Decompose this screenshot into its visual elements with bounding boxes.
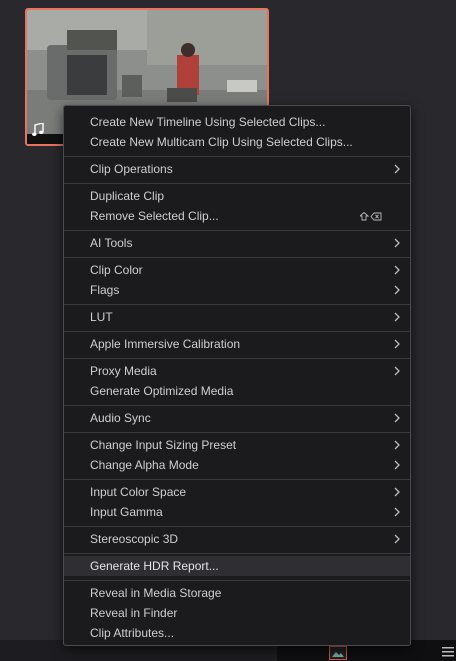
- chevron-right-icon: [394, 487, 400, 497]
- menu-item-apple-immersive-calibration[interactable]: Apple Immersive Calibration: [64, 334, 410, 354]
- menu-separator: [64, 553, 410, 554]
- chevron-right-icon: [394, 460, 400, 470]
- menu-item-label: Remove Selected Clip...: [90, 209, 219, 223]
- chevron-right-icon: [394, 507, 400, 517]
- image-thumbnail-icon[interactable]: [329, 646, 347, 660]
- menu-item-reveal-in-media-storage[interactable]: Reveal in Media Storage: [64, 583, 410, 603]
- menu-item-label: Apple Immersive Calibration: [90, 337, 241, 351]
- menu-item-label: Input Gamma: [90, 505, 163, 519]
- menu-item-label: Flags: [90, 283, 120, 297]
- menu-separator: [64, 526, 410, 527]
- menu-item-clip-attributes[interactable]: Clip Attributes...: [64, 623, 410, 643]
- list-view-icon[interactable]: [442, 647, 454, 657]
- music-note-icon: [32, 123, 44, 136]
- menu-item-label: Create New Multicam Clip Using Selected …: [90, 135, 353, 149]
- menu-item-change-alpha-mode[interactable]: Change Alpha Mode: [64, 455, 410, 475]
- menu-item-label: Change Alpha Mode: [90, 458, 199, 472]
- menu-item-label: Audio Sync: [90, 411, 151, 425]
- menu-item-proxy-media[interactable]: Proxy Media: [64, 361, 410, 381]
- menu-item-input-gamma[interactable]: Input Gamma: [64, 502, 410, 522]
- menu-item-label: Generate Optimized Media: [90, 384, 234, 398]
- menu-separator: [64, 331, 410, 332]
- menu-item-generate-optimized-media[interactable]: Generate Optimized Media: [64, 381, 410, 401]
- menu-item-label: Clip Color: [90, 263, 143, 277]
- menu-item-label: Clip Operations: [90, 162, 173, 176]
- menu-separator: [64, 432, 410, 433]
- menu-item-clip-color[interactable]: Clip Color: [64, 260, 410, 280]
- menu-item-label: AI Tools: [90, 236, 133, 250]
- chevron-right-icon: [394, 413, 400, 423]
- chevron-right-icon: [394, 534, 400, 544]
- menu-item-label: Reveal in Finder: [90, 606, 178, 620]
- menu-item-label: Proxy Media: [90, 364, 157, 378]
- menu-item-clip-operations[interactable]: Clip Operations: [64, 159, 410, 179]
- menu-separator: [64, 257, 410, 258]
- menu-item-remove-selected-clip[interactable]: Remove Selected Clip...: [64, 206, 410, 226]
- menu-item-label: Change Input Sizing Preset: [90, 438, 237, 452]
- menu-item-label: Generate HDR Report...: [90, 559, 219, 573]
- shift-delete-icon: [360, 212, 382, 221]
- menu-item-stereoscopic-3d[interactable]: Stereoscopic 3D: [64, 529, 410, 549]
- menu-separator: [64, 230, 410, 231]
- menu-item-generate-hdr-report[interactable]: Generate HDR Report...: [64, 556, 410, 576]
- menu-separator: [64, 580, 410, 581]
- menu-item-ai-tools[interactable]: AI Tools: [64, 233, 410, 253]
- menu-separator: [64, 358, 410, 359]
- menu-item-duplicate-clip[interactable]: Duplicate Clip: [64, 186, 410, 206]
- menu-separator: [64, 156, 410, 157]
- menu-separator: [64, 405, 410, 406]
- menu-item-reveal-in-finder[interactable]: Reveal in Finder: [64, 603, 410, 623]
- menu-separator: [64, 479, 410, 480]
- menu-item-input-color-space[interactable]: Input Color Space: [64, 482, 410, 502]
- menu-item-create-multicam-clip[interactable]: Create New Multicam Clip Using Selected …: [64, 132, 410, 152]
- menu-separator: [64, 304, 410, 305]
- menu-item-lut[interactable]: LUT: [64, 307, 410, 327]
- menu-item-change-input-sizing-preset[interactable]: Change Input Sizing Preset: [64, 435, 410, 455]
- menu-item-label: Clip Attributes...: [90, 626, 175, 640]
- menu-item-label: Duplicate Clip: [90, 189, 165, 203]
- menu-item-audio-sync[interactable]: Audio Sync: [64, 408, 410, 428]
- chevron-right-icon: [394, 440, 400, 450]
- context-menu: Create New Timeline Using Selected Clips…: [63, 105, 411, 646]
- menu-separator: [64, 183, 410, 184]
- chevron-right-icon: [394, 285, 400, 295]
- chevron-right-icon: [394, 366, 400, 376]
- menu-item-label: Create New Timeline Using Selected Clips…: [90, 115, 326, 129]
- chevron-right-icon: [394, 339, 400, 349]
- menu-item-label: LUT: [90, 310, 113, 324]
- chevron-right-icon: [394, 164, 400, 174]
- chevron-right-icon: [394, 312, 400, 322]
- chevron-right-icon: [394, 265, 400, 275]
- menu-item-label: Stereoscopic 3D: [90, 532, 179, 546]
- menu-item-flags[interactable]: Flags: [64, 280, 410, 300]
- menu-item-label: Input Color Space: [90, 485, 187, 499]
- menu-item-label: Reveal in Media Storage: [90, 586, 222, 600]
- chevron-right-icon: [394, 238, 400, 248]
- menu-item-create-new-timeline[interactable]: Create New Timeline Using Selected Clips…: [64, 112, 410, 132]
